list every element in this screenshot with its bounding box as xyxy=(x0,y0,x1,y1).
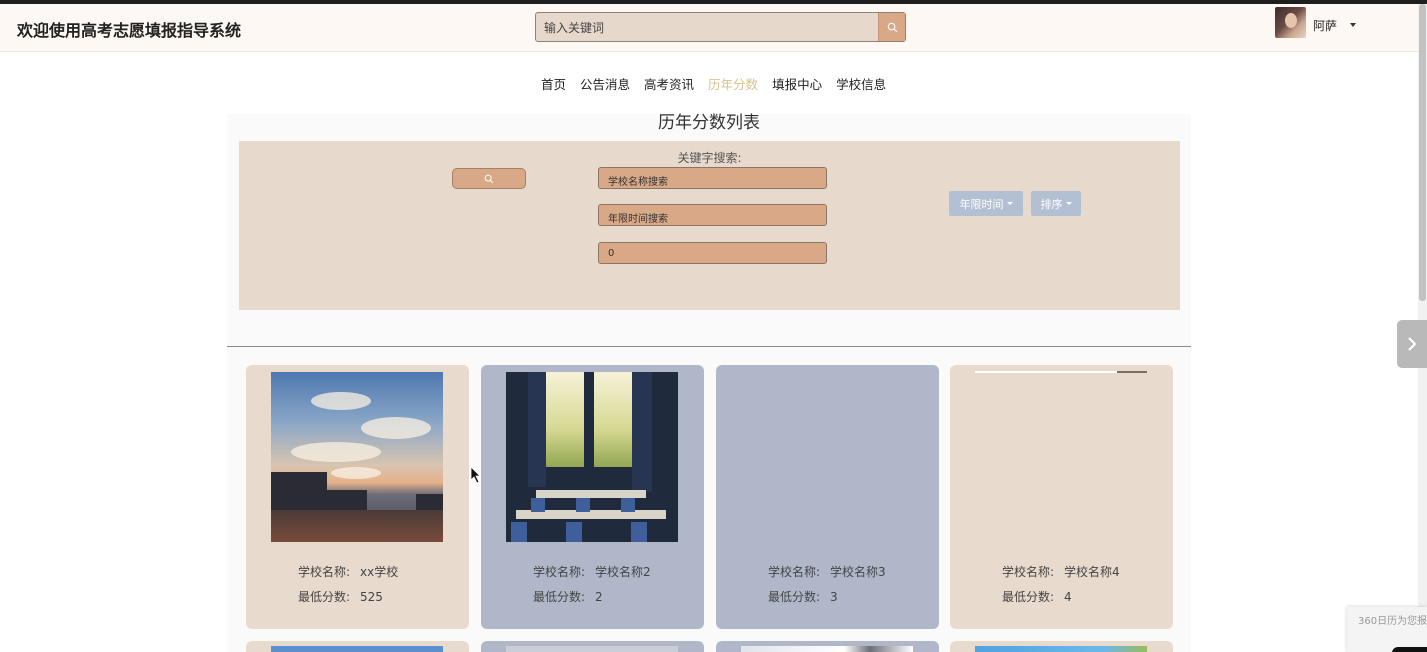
section-divider xyxy=(227,346,1191,347)
school-name-label: 学校名称: xyxy=(298,565,351,579)
avatar-face xyxy=(1285,13,1297,28)
score-card[interactable]: 学校名称: xx学校 最低分数: 525 xyxy=(246,365,469,629)
school-name-value: 学校名称3 xyxy=(830,565,886,579)
image-edge xyxy=(1117,371,1147,373)
min-score-label: 最低分数: xyxy=(768,590,821,604)
calendar-popup-text: 360日历为您报 xyxy=(1358,616,1427,627)
min-score-row: 最低分数: 4 xyxy=(1002,588,1072,605)
scrollbar-thumb[interactable] xyxy=(1419,4,1426,301)
sort-dropdown-label: 排序 xyxy=(1040,197,1063,211)
page-title: 历年分数列表 xyxy=(658,113,760,133)
chevron-down-icon xyxy=(1006,202,1013,205)
user-avatar[interactable] xyxy=(1275,7,1306,38)
site-header: 欢迎使用高考志愿填报指导系统 输入关键词 阿萨 xyxy=(0,4,1418,52)
year-search-input[interactable]: 年限时间搜索 xyxy=(598,204,827,226)
nav-item-home[interactable]: 首页 xyxy=(541,74,566,93)
search-button[interactable] xyxy=(452,168,526,189)
year-dropdown-label: 年限时间 xyxy=(959,197,1004,211)
site-title: 欢迎使用高考志愿填报指导系统 xyxy=(17,21,242,40)
score-card[interactable]: 学校名称: 学校名称4 最低分数: 4 xyxy=(950,365,1173,629)
score-card[interactable] xyxy=(716,641,939,652)
nav-item-announcements[interactable]: 公告消息 xyxy=(580,74,630,93)
nav-item-school-info[interactable]: 学校信息 xyxy=(836,74,886,93)
min-score-value: 4 xyxy=(1064,590,1072,604)
school-name-search-input[interactable]: 学校名称搜索 xyxy=(598,167,827,189)
school-name-label: 学校名称: xyxy=(533,565,586,579)
min-score-value: 525 xyxy=(360,590,383,604)
school-name-row: 学校名称: 学校名称2 xyxy=(533,563,651,580)
nav-item-historical-scores[interactable]: 历年分数 xyxy=(708,74,758,93)
header-search-button[interactable] xyxy=(878,13,905,41)
nav-item-application-center[interactable]: 填报中心 xyxy=(772,74,822,93)
score-card[interactable] xyxy=(481,641,704,652)
header-search-input[interactable]: 输入关键词 xyxy=(544,19,604,36)
school-name-value: 学校名称2 xyxy=(595,565,651,579)
score-card[interactable] xyxy=(950,641,1173,652)
search-panel: 关键字搜索: 学校名称搜索 年限时间搜索 0 年限时间 排序 xyxy=(239,141,1180,310)
min-score-value: 3 xyxy=(830,590,838,604)
min-score-row: 最低分数: 3 xyxy=(768,588,838,605)
score-card[interactable] xyxy=(246,641,469,652)
min-score-label: 最低分数: xyxy=(533,590,586,604)
school-name-label: 学校名称: xyxy=(1002,565,1055,579)
username[interactable]: 阿萨 xyxy=(1313,17,1337,34)
nav-item-exam-news[interactable]: 高考资讯 xyxy=(644,74,694,93)
chevron-right-icon xyxy=(1408,337,1417,351)
school-name-value: xx学校 xyxy=(360,565,399,579)
mouse-cursor-icon xyxy=(470,466,481,484)
side-expand-button[interactable] xyxy=(1397,320,1427,368)
chevron-down-icon[interactable] xyxy=(1350,23,1356,27)
school-image xyxy=(975,646,1147,652)
school-image xyxy=(741,646,913,652)
calendar-popup[interactable]: 360日历为您报 xyxy=(1347,607,1427,652)
header-search-box[interactable]: 输入关键词 xyxy=(535,12,906,42)
school-name-row: 学校名称: 学校名称4 xyxy=(1002,563,1120,580)
score-card[interactable]: 学校名称: 学校名称2 最低分数: 2 xyxy=(481,365,704,629)
school-name-row: 学校名称: 学校名称3 xyxy=(768,563,886,580)
school-image xyxy=(271,646,443,652)
main-content: 历年分数列表 关键字搜索: 学校名称搜索 年限时间搜索 0 年限时间 排序 学校… xyxy=(227,113,1191,652)
school-name-label: 学校名称: xyxy=(768,565,821,579)
sort-dropdown-button[interactable]: 排序 xyxy=(1031,191,1081,216)
chevron-down-icon xyxy=(1065,202,1072,205)
min-score-value: 2 xyxy=(595,590,603,604)
keyword-search-label: 关键字搜索: xyxy=(677,151,742,165)
min-score-row: 最低分数: 2 xyxy=(533,588,603,605)
school-image xyxy=(506,646,678,652)
popup-dark-bar xyxy=(1392,647,1427,652)
main-nav: 首页 公告消息 高考资讯 历年分数 填报中心 学校信息 xyxy=(534,74,893,93)
school-image-campus-sunset xyxy=(271,372,443,542)
min-score-label: 最低分数: xyxy=(298,590,351,604)
min-score-label: 最低分数: xyxy=(1002,590,1055,604)
score-search-input[interactable]: 0 xyxy=(598,242,827,264)
search-icon xyxy=(484,174,494,183)
min-score-row: 最低分数: 525 xyxy=(298,588,383,605)
score-card[interactable]: 学校名称: 学校名称3 最低分数: 3 xyxy=(716,365,939,629)
search-icon xyxy=(887,22,897,32)
year-dropdown-button[interactable]: 年限时间 xyxy=(949,191,1023,216)
school-name-value: 学校名称4 xyxy=(1064,565,1120,579)
school-name-row: 学校名称: xx学校 xyxy=(298,563,398,580)
school-image-classroom xyxy=(506,372,678,542)
